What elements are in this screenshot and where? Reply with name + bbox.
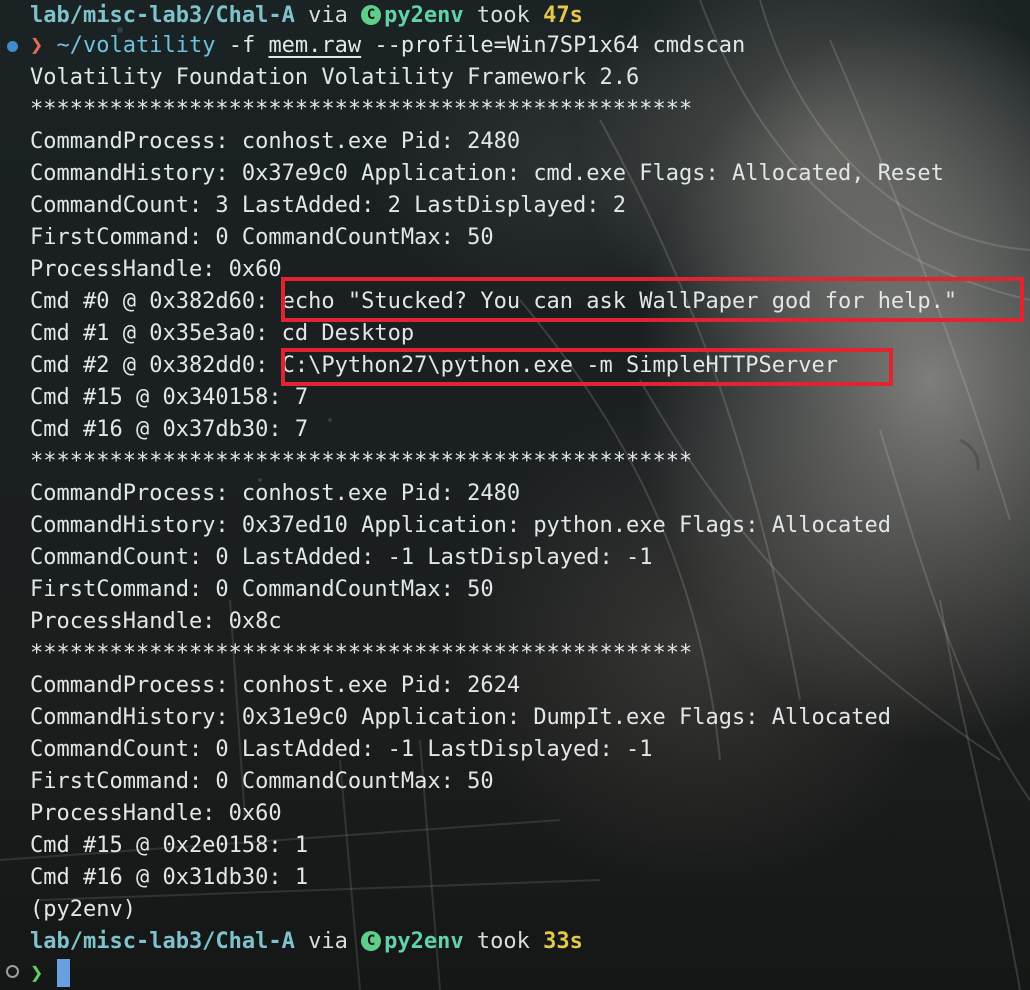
command-file: mem.raw: [268, 33, 362, 58]
output-line: ProcessHandle: 0x60: [30, 257, 282, 282]
output-line: CommandHistory: 0x37e9c0 Application: cm…: [30, 161, 944, 186]
prompt-env: py2env: [384, 3, 464, 28]
output-line: CommandProcess: conhost.exe Pid: 2480: [30, 481, 521, 506]
output-line: CommandHistory: 0x31e9c0 Application: Du…: [30, 705, 891, 730]
terminal-window[interactable]: lab/misc-lab3/Chal-A via Cpy2env took 47…: [0, 0, 1030, 990]
prompt-env: py2env: [384, 929, 464, 954]
output-line: Cmd #16 @ 0x37db30: 7: [30, 417, 309, 442]
prompt-arrow-icon: ❯: [30, 33, 44, 58]
python-badge-icon: C: [361, 931, 382, 951]
text-cursor[interactable]: [57, 959, 71, 987]
highlight-box-echo: [281, 277, 1024, 322]
output-line: FirstCommand: 0 CommandCountMax: 50: [30, 577, 494, 602]
prompt-duration: 33s: [543, 929, 583, 954]
output-line: CommandProcess: conhost.exe Pid: 2624: [30, 673, 521, 698]
output-line: ****************************************…: [30, 449, 693, 474]
output-line: CommandCount: 0 LastAdded: -1 LastDispla…: [30, 737, 653, 762]
output-line: Volatility Foundation Volatility Framewo…: [30, 65, 640, 90]
prompt-via: via: [294, 929, 362, 954]
output-line: ProcessHandle: 0x8c: [30, 609, 282, 634]
python-badge-icon: C: [361, 5, 382, 25]
command-flag: -f: [215, 33, 269, 58]
prompt-status-ring: [6, 965, 19, 978]
prompt-path: lab/misc-lab3/Chal-A: [30, 929, 295, 954]
output-line: CommandProcess: conhost.exe Pid: 2480: [30, 129, 521, 154]
output-line: Cmd #1 @ 0x35e3a0: cd Desktop: [30, 321, 415, 346]
output-line: FirstCommand: 0 CommandCountMax: 50: [30, 225, 494, 250]
prompt-via: via: [294, 3, 362, 28]
output-line: (py2env): [30, 897, 136, 922]
output-line: CommandCount: 0 LastAdded: -1 LastDispla…: [30, 545, 653, 570]
output-line: Cmd #15 @ 0x340158: 7: [30, 385, 309, 410]
command-program: ~/volatility: [56, 33, 216, 58]
prompt-line-bottom: lab/misc-lab3/Chal-A via Cpy2env took 33…: [30, 926, 583, 958]
command-args: --profile=Win7SP1x64 cmdscan: [361, 33, 746, 58]
prompt-path: lab/misc-lab3/Chal-A: [30, 3, 295, 28]
command-line: ❯ ~/volatility -f mem.raw --profile=Win7…: [30, 30, 745, 62]
output-line: ****************************************…: [30, 97, 693, 122]
prompt-duration: 47s: [543, 3, 583, 28]
output-line: Cmd #16 @ 0x31db30: 1: [30, 865, 309, 890]
output-line: ****************************************…: [30, 641, 693, 666]
output-line: FirstCommand: 0 CommandCountMax: 50: [30, 769, 494, 794]
prompt-status-dot: [7, 41, 18, 52]
prompt-arrow-icon: ❯: [30, 961, 44, 986]
highlight-box-python: [281, 348, 893, 386]
input-prompt-line[interactable]: ❯: [30, 958, 71, 990]
prompt-took: took: [463, 3, 544, 28]
output-line: ProcessHandle: 0x60: [30, 801, 282, 826]
prompt-line-top: lab/misc-lab3/Chal-A via Cpy2env took 47…: [30, 0, 583, 32]
output-line: CommandCount: 3 LastAdded: 2 LastDisplay…: [30, 193, 627, 218]
prompt-took: took: [463, 929, 544, 954]
output-line: Cmd #15 @ 0x2e0158: 1: [30, 833, 309, 858]
output-line: CommandHistory: 0x37ed10 Application: py…: [30, 513, 891, 538]
